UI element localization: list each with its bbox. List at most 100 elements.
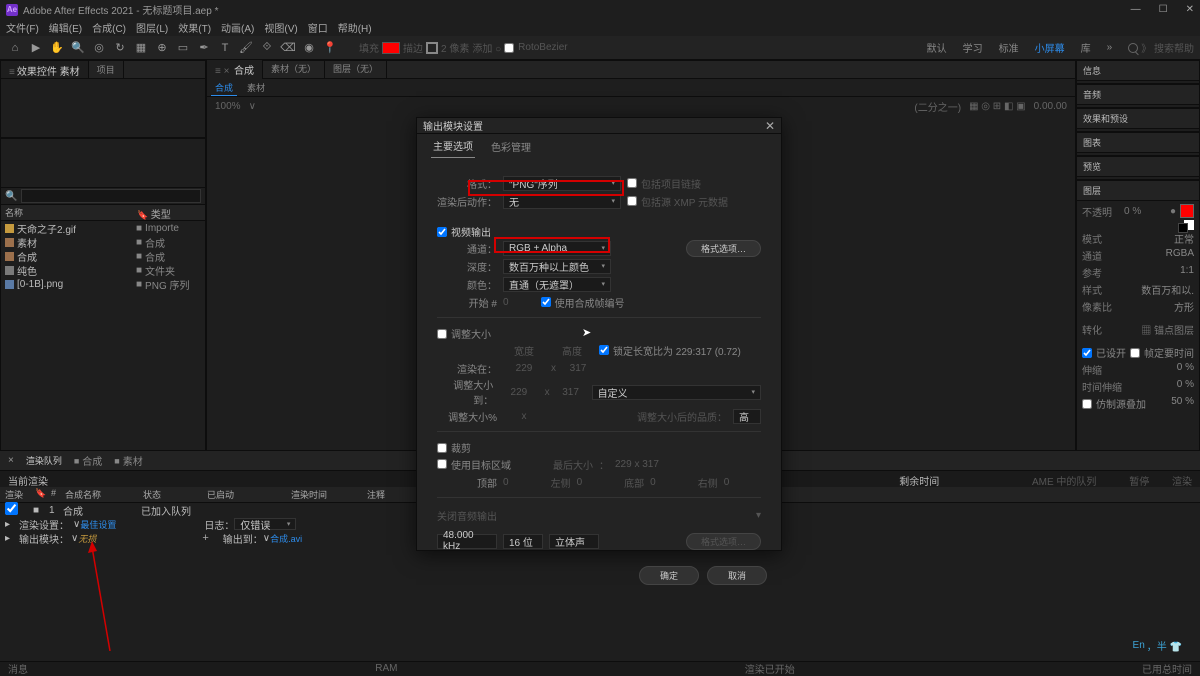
tab-composition[interactable]: ≡ × 合成 <box>207 60 263 79</box>
eraser-tool-icon[interactable]: ⌫ <box>279 39 297 57</box>
puppet-tool-icon[interactable]: 📍 <box>321 39 339 57</box>
video-output-checkbox[interactable] <box>437 227 447 237</box>
workspace-learn[interactable]: 学习 <box>963 40 983 55</box>
render-checkbox[interactable] <box>5 502 18 515</box>
project-item[interactable]: 纯色■ 文件夹 <box>1 263 205 277</box>
workspace-more-icon[interactable]: » <box>1107 42 1113 53</box>
project-item[interactable]: 素材■ 合成 <box>1 235 205 249</box>
subtab-comp[interactable]: 合成 <box>211 80 237 96</box>
resize-checkbox[interactable] <box>437 329 447 339</box>
workspace-standard[interactable]: 标准 <box>999 40 1019 55</box>
zoom-dropdown[interactable]: 100% <box>215 101 241 112</box>
tab-render-queue[interactable]: 渲染队列 <box>26 454 62 467</box>
project-item[interactable]: 天命之子2.gif■ Importe <box>1 221 205 235</box>
output-module-link[interactable]: 无损 <box>78 532 96 545</box>
tab-layer[interactable]: 图层（无） <box>325 60 387 79</box>
add-mode[interactable]: 添加 ○ <box>472 40 501 55</box>
clone-overlay-checkbox[interactable] <box>1082 399 1092 409</box>
tab-effect-controls[interactable]: ≡效果控件 素材 <box>1 61 89 78</box>
window-close-button[interactable]: ✕ <box>1186 4 1194 15</box>
tab-footage-timeline[interactable]: ■ 素材 <box>114 453 142 468</box>
menu-layer[interactable]: 图层(L) <box>136 20 168 35</box>
panel-info[interactable]: 信息 <box>1077 61 1199 81</box>
post-render-dropdown[interactable]: 无▾ <box>503 194 621 209</box>
resize-preset-dropdown[interactable]: 自定义▾ <box>592 385 761 400</box>
lock-aspect-checkbox[interactable] <box>599 345 609 355</box>
workspace-default[interactable]: 默认 <box>927 40 947 55</box>
log-dropdown[interactable]: 仅错误▾ <box>234 518 296 530</box>
project-item[interactable]: [0-1B].png■ PNG 序列 <box>1 277 205 291</box>
camera-tool-icon[interactable]: ▦ <box>132 39 150 57</box>
hand-tool-icon[interactable]: ✋ <box>48 39 66 57</box>
panel-audio[interactable]: 音频 <box>1077 85 1199 105</box>
include-project-link-checkbox[interactable] <box>627 178 637 188</box>
panel-preview[interactable]: 预览 <box>1077 157 1199 177</box>
audio-format-options-button[interactable]: 格式选项… <box>686 533 761 550</box>
col-name[interactable]: 名称 <box>1 205 133 220</box>
crop-checkbox[interactable] <box>437 443 447 453</box>
subtab-footage[interactable]: 素材 <box>243 80 269 95</box>
tab-comp-timeline[interactable]: ■ 合成 <box>74 453 102 468</box>
shape-tool-icon[interactable]: ▭ <box>174 39 192 57</box>
add-output-button[interactable]: + <box>202 532 208 544</box>
brush-tool-icon[interactable]: 🖌 <box>237 39 255 57</box>
rotobezier-checkbox[interactable] <box>504 43 514 53</box>
brush-color-swatch[interactable] <box>1180 204 1194 218</box>
menu-edit[interactable]: 编辑(E) <box>49 20 82 35</box>
ok-button[interactable]: 确定 <box>639 566 699 585</box>
menu-comp[interactable]: 合成(C) <box>92 20 126 35</box>
cancel-button[interactable]: 取消 <box>707 566 767 585</box>
format-dropdown[interactable]: "PNG"序列▾ <box>503 176 621 191</box>
clone-tool-icon[interactable]: ⟐ <box>258 39 276 57</box>
home-icon[interactable]: ⌂ <box>6 39 24 57</box>
outpoint-checkbox[interactable] <box>1130 348 1140 358</box>
stroke-swatch[interactable] <box>426 42 438 54</box>
stroke-width[interactable]: 2 像素 <box>441 40 469 55</box>
tab-footage[interactable]: 素材（无） <box>263 60 325 79</box>
timeline-icon[interactable]: × <box>8 455 14 466</box>
zoom-tool-icon[interactable]: 🔍 <box>69 39 87 57</box>
fill-swatch[interactable] <box>382 42 400 54</box>
panel-chart[interactable]: 图表 <box>1077 133 1199 153</box>
panel-layer[interactable]: 图层 <box>1077 181 1199 201</box>
tab-color-mgmt[interactable]: 色彩管理 <box>489 135 533 158</box>
menu-help[interactable]: 帮助(H) <box>338 20 372 35</box>
panel-effects[interactable]: 效果和预设 <box>1077 109 1199 129</box>
workspace-lib[interactable]: 库 <box>1081 40 1091 55</box>
filter-icon[interactable]: 🔍 <box>5 191 17 202</box>
rotate-tool-icon[interactable]: ↻ <box>111 39 129 57</box>
use-comp-frame-checkbox[interactable] <box>541 297 551 307</box>
inpoint-checkbox[interactable] <box>1082 348 1092 358</box>
menu-anim[interactable]: 动画(A) <box>221 20 254 35</box>
color-dropdown[interactable]: 直通（无遮罩）▾ <box>503 277 611 292</box>
text-tool-icon[interactable]: T <box>216 39 234 57</box>
output-to-link[interactable]: 合成.avi <box>270 532 302 545</box>
channels-dropdown[interactable]: RGB + Alpha▾ <box>503 241 611 256</box>
window-maximize-button[interactable]: ☐ <box>1159 4 1168 15</box>
menu-window[interactable]: 窗口 <box>308 20 328 35</box>
ime-indicator[interactable]: En，半 👕 <box>1133 638 1182 653</box>
use-roi-checkbox[interactable] <box>437 459 447 469</box>
orbit-tool-icon[interactable]: ◎ <box>90 39 108 57</box>
pen-tool-icon[interactable]: ✒ <box>195 39 213 57</box>
resolution-dropdown[interactable]: (二分之一) <box>914 99 961 114</box>
tab-main-options[interactable]: 主要选项 <box>431 134 475 158</box>
render-settings-link[interactable]: 最佳设置 <box>80 518 116 531</box>
depth-dropdown[interactable]: 数百万种以上颜色▾ <box>503 259 611 274</box>
tab-project-aux[interactable]: 项目 <box>89 61 124 78</box>
include-xmp-checkbox[interactable] <box>627 196 637 206</box>
anchor-tool-icon[interactable]: ⊕ <box>153 39 171 57</box>
menu-view[interactable]: 视图(V) <box>264 20 297 35</box>
col-type[interactable]: 🔖 类型 <box>133 205 175 220</box>
selection-tool-icon[interactable]: ▶ <box>27 39 45 57</box>
bg-swatch[interactable] <box>1178 223 1188 233</box>
project-filter-input[interactable] <box>21 189 201 203</box>
format-options-button[interactable]: 格式选项… <box>686 240 761 257</box>
roto-tool-icon[interactable]: ◉ <box>300 39 318 57</box>
dialog-close-button[interactable]: ✕ <box>765 119 775 133</box>
window-minimize-button[interactable]: — <box>1131 4 1141 15</box>
menu-effect[interactable]: 效果(T) <box>178 20 211 35</box>
project-item[interactable]: 合成■ 合成 <box>1 249 205 263</box>
search-help[interactable]: 》 搜索帮助 <box>1128 40 1194 55</box>
menu-file[interactable]: 文件(F) <box>6 20 39 35</box>
